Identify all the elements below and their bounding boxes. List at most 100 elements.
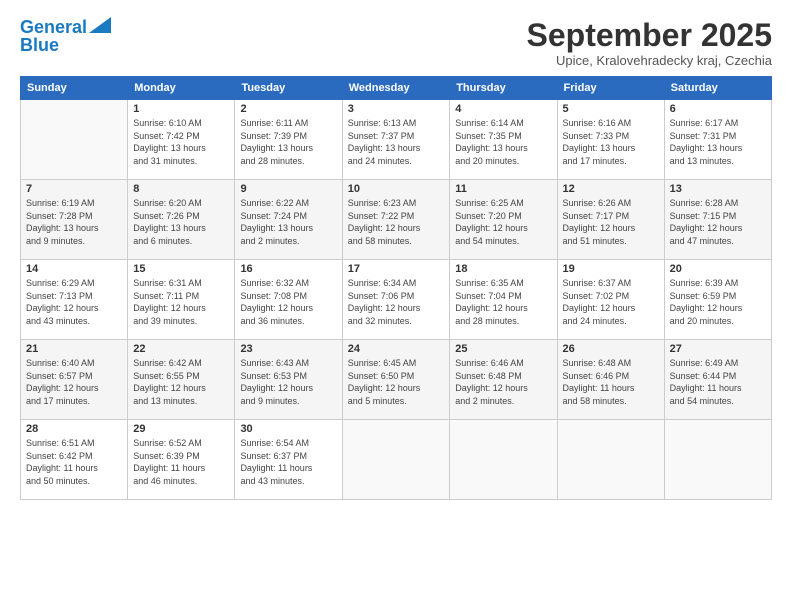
calendar-table: SundayMondayTuesdayWednesdayThursdayFrid… bbox=[20, 76, 772, 500]
calendar-cell: 6 Sunrise: 6:17 AMSunset: 7:31 PMDaylight… bbox=[664, 100, 771, 180]
day-info: Sunrise: 6:10 AMSunset: 7:42 PMDaylight:… bbox=[133, 117, 229, 167]
day-number: 28 bbox=[26, 423, 122, 435]
weekday-header-friday: Friday bbox=[557, 77, 664, 100]
day-info: Sunrise: 6:11 AMSunset: 7:39 PMDaylight:… bbox=[240, 117, 336, 167]
day-info: Sunrise: 6:16 AMSunset: 7:33 PMDaylight:… bbox=[563, 117, 659, 167]
day-number: 15 bbox=[133, 263, 229, 275]
calendar-cell: 11 Sunrise: 6:25 AMSunset: 7:20 PMDayligh… bbox=[450, 180, 557, 260]
day-info: Sunrise: 6:48 AMSunset: 6:46 PMDaylight:… bbox=[563, 357, 659, 407]
day-info: Sunrise: 6:23 AMSunset: 7:22 PMDaylight:… bbox=[348, 197, 445, 247]
calendar-cell: 2 Sunrise: 6:11 AMSunset: 7:39 PMDaylight… bbox=[235, 100, 342, 180]
day-info: Sunrise: 6:51 AMSunset: 6:42 PMDaylight:… bbox=[26, 437, 122, 487]
weekday-header-row: SundayMondayTuesdayWednesdayThursdayFrid… bbox=[21, 77, 772, 100]
day-info: Sunrise: 6:49 AMSunset: 6:44 PMDaylight:… bbox=[670, 357, 766, 407]
day-number: 9 bbox=[240, 183, 336, 195]
calendar-cell bbox=[21, 100, 128, 180]
day-number: 20 bbox=[670, 263, 766, 275]
day-number: 24 bbox=[348, 343, 445, 355]
page: General Blue September 2025 Upice, Kralo… bbox=[0, 0, 792, 612]
day-number: 13 bbox=[670, 183, 766, 195]
day-info: Sunrise: 6:35 AMSunset: 7:04 PMDaylight:… bbox=[455, 277, 551, 327]
calendar-body: 1Sunrise: 6:10 AMSunset: 7:42 PMDaylight… bbox=[21, 100, 772, 500]
day-number: 7 bbox=[26, 183, 122, 195]
day-info: Sunrise: 6:31 AMSunset: 7:11 PMDaylight:… bbox=[133, 277, 229, 327]
day-number: 27 bbox=[670, 343, 766, 355]
day-info: Sunrise: 6:39 AMSunset: 6:59 PMDaylight:… bbox=[670, 277, 766, 327]
day-info: Sunrise: 6:14 AMSunset: 7:35 PMDaylight:… bbox=[455, 117, 551, 167]
day-number: 10 bbox=[348, 183, 445, 195]
calendar-cell: 1Sunrise: 6:10 AMSunset: 7:42 PMDaylight… bbox=[128, 100, 235, 180]
day-number: 17 bbox=[348, 263, 445, 275]
calendar-cell: 3Sunrise: 6:13 AMSunset: 7:37 PMDaylight… bbox=[342, 100, 450, 180]
calendar-cell: 20 Sunrise: 6:39 AMSunset: 6:59 PMDayligh… bbox=[664, 260, 771, 340]
day-info: Sunrise: 6:46 AMSunset: 6:48 PMDaylight:… bbox=[455, 357, 551, 407]
calendar-week-5: 28 Sunrise: 6:51 AMSunset: 6:42 PMDayligh… bbox=[21, 420, 772, 500]
logo: General Blue bbox=[20, 18, 111, 54]
day-number: 26 bbox=[563, 343, 659, 355]
day-number: 29 bbox=[133, 423, 229, 435]
day-info: Sunrise: 6:28 AMSunset: 7:15 PMDaylight:… bbox=[670, 197, 766, 247]
calendar-header: SundayMondayTuesdayWednesdayThursdayFrid… bbox=[21, 77, 772, 100]
day-number: 30 bbox=[240, 423, 336, 435]
logo-text: General bbox=[20, 18, 87, 36]
calendar-cell: 22Sunrise: 6:42 AMSunset: 6:55 PMDayligh… bbox=[128, 340, 235, 420]
calendar-cell: 4 Sunrise: 6:14 AMSunset: 7:35 PMDaylight… bbox=[450, 100, 557, 180]
calendar-week-1: 1Sunrise: 6:10 AMSunset: 7:42 PMDaylight… bbox=[21, 100, 772, 180]
day-number: 2 bbox=[240, 103, 336, 115]
location: Upice, Kralovehradecky kraj, Czechia bbox=[527, 53, 772, 68]
weekday-header-sunday: Sunday bbox=[21, 77, 128, 100]
calendar-cell: 18 Sunrise: 6:35 AMSunset: 7:04 PMDayligh… bbox=[450, 260, 557, 340]
day-info: Sunrise: 6:37 AMSunset: 7:02 PMDaylight:… bbox=[563, 277, 659, 327]
calendar-cell: 12 Sunrise: 6:26 AMSunset: 7:17 PMDayligh… bbox=[557, 180, 664, 260]
day-number: 14 bbox=[26, 263, 122, 275]
calendar-cell: 17 Sunrise: 6:34 AMSunset: 7:06 PMDayligh… bbox=[342, 260, 450, 340]
weekday-header-thursday: Thursday bbox=[450, 77, 557, 100]
calendar-cell: 10 Sunrise: 6:23 AMSunset: 7:22 PMDayligh… bbox=[342, 180, 450, 260]
day-info: Sunrise: 6:45 AMSunset: 6:50 PMDaylight:… bbox=[348, 357, 445, 407]
day-number: 11 bbox=[455, 183, 551, 195]
weekday-header-saturday: Saturday bbox=[664, 77, 771, 100]
day-info: Sunrise: 6:22 AMSunset: 7:24 PMDaylight:… bbox=[240, 197, 336, 247]
day-number: 18 bbox=[455, 263, 551, 275]
day-number: 5 bbox=[563, 103, 659, 115]
day-info: Sunrise: 6:54 AMSunset: 6:37 PMDaylight:… bbox=[240, 437, 336, 487]
calendar-cell: 23 Sunrise: 6:43 AMSunset: 6:53 PMDayligh… bbox=[235, 340, 342, 420]
day-info: Sunrise: 6:20 AMSunset: 7:26 PMDaylight:… bbox=[133, 197, 229, 247]
calendar-cell bbox=[664, 420, 771, 500]
day-number: 23 bbox=[240, 343, 336, 355]
day-info: Sunrise: 6:29 AMSunset: 7:13 PMDaylight:… bbox=[26, 277, 122, 327]
calendar-cell: 5 Sunrise: 6:16 AMSunset: 7:33 PMDaylight… bbox=[557, 100, 664, 180]
day-info: Sunrise: 6:19 AMSunset: 7:28 PMDaylight:… bbox=[26, 197, 122, 247]
calendar-cell: 26 Sunrise: 6:48 AMSunset: 6:46 PMDayligh… bbox=[557, 340, 664, 420]
day-info: Sunrise: 6:17 AMSunset: 7:31 PMDaylight:… bbox=[670, 117, 766, 167]
calendar-week-4: 21 Sunrise: 6:40 AMSunset: 6:57 PMDayligh… bbox=[21, 340, 772, 420]
day-info: Sunrise: 6:34 AMSunset: 7:06 PMDaylight:… bbox=[348, 277, 445, 327]
month-title: September 2025 bbox=[527, 18, 772, 53]
calendar-cell: 13 Sunrise: 6:28 AMSunset: 7:15 PMDayligh… bbox=[664, 180, 771, 260]
day-number: 12 bbox=[563, 183, 659, 195]
day-number: 25 bbox=[455, 343, 551, 355]
calendar-cell: 15 Sunrise: 6:31 AMSunset: 7:11 PMDayligh… bbox=[128, 260, 235, 340]
day-number: 8 bbox=[133, 183, 229, 195]
day-number: 3 bbox=[348, 103, 445, 115]
day-number: 6 bbox=[670, 103, 766, 115]
calendar-cell: 7 Sunrise: 6:19 AMSunset: 7:28 PMDaylight… bbox=[21, 180, 128, 260]
calendar-cell: 28 Sunrise: 6:51 AMSunset: 6:42 PMDayligh… bbox=[21, 420, 128, 500]
title-block: September 2025 Upice, Kralovehradecky kr… bbox=[527, 18, 772, 68]
calendar-cell bbox=[450, 420, 557, 500]
day-info: Sunrise: 6:26 AMSunset: 7:17 PMDaylight:… bbox=[563, 197, 659, 247]
calendar-cell: 19Sunrise: 6:37 AMSunset: 7:02 PMDayligh… bbox=[557, 260, 664, 340]
calendar-cell: 14 Sunrise: 6:29 AMSunset: 7:13 PMDayligh… bbox=[21, 260, 128, 340]
day-info: Sunrise: 6:43 AMSunset: 6:53 PMDaylight:… bbox=[240, 357, 336, 407]
day-number: 4 bbox=[455, 103, 551, 115]
day-number: 21 bbox=[26, 343, 122, 355]
day-info: Sunrise: 6:25 AMSunset: 7:20 PMDaylight:… bbox=[455, 197, 551, 247]
logo-blue-text: Blue bbox=[20, 36, 59, 54]
calendar-week-3: 14 Sunrise: 6:29 AMSunset: 7:13 PMDayligh… bbox=[21, 260, 772, 340]
weekday-header-monday: Monday bbox=[128, 77, 235, 100]
calendar-week-2: 7 Sunrise: 6:19 AMSunset: 7:28 PMDaylight… bbox=[21, 180, 772, 260]
weekday-header-wednesday: Wednesday bbox=[342, 77, 450, 100]
day-info: Sunrise: 6:40 AMSunset: 6:57 PMDaylight:… bbox=[26, 357, 122, 407]
calendar-cell: 30 Sunrise: 6:54 AMSunset: 6:37 PMDayligh… bbox=[235, 420, 342, 500]
day-number: 16 bbox=[240, 263, 336, 275]
